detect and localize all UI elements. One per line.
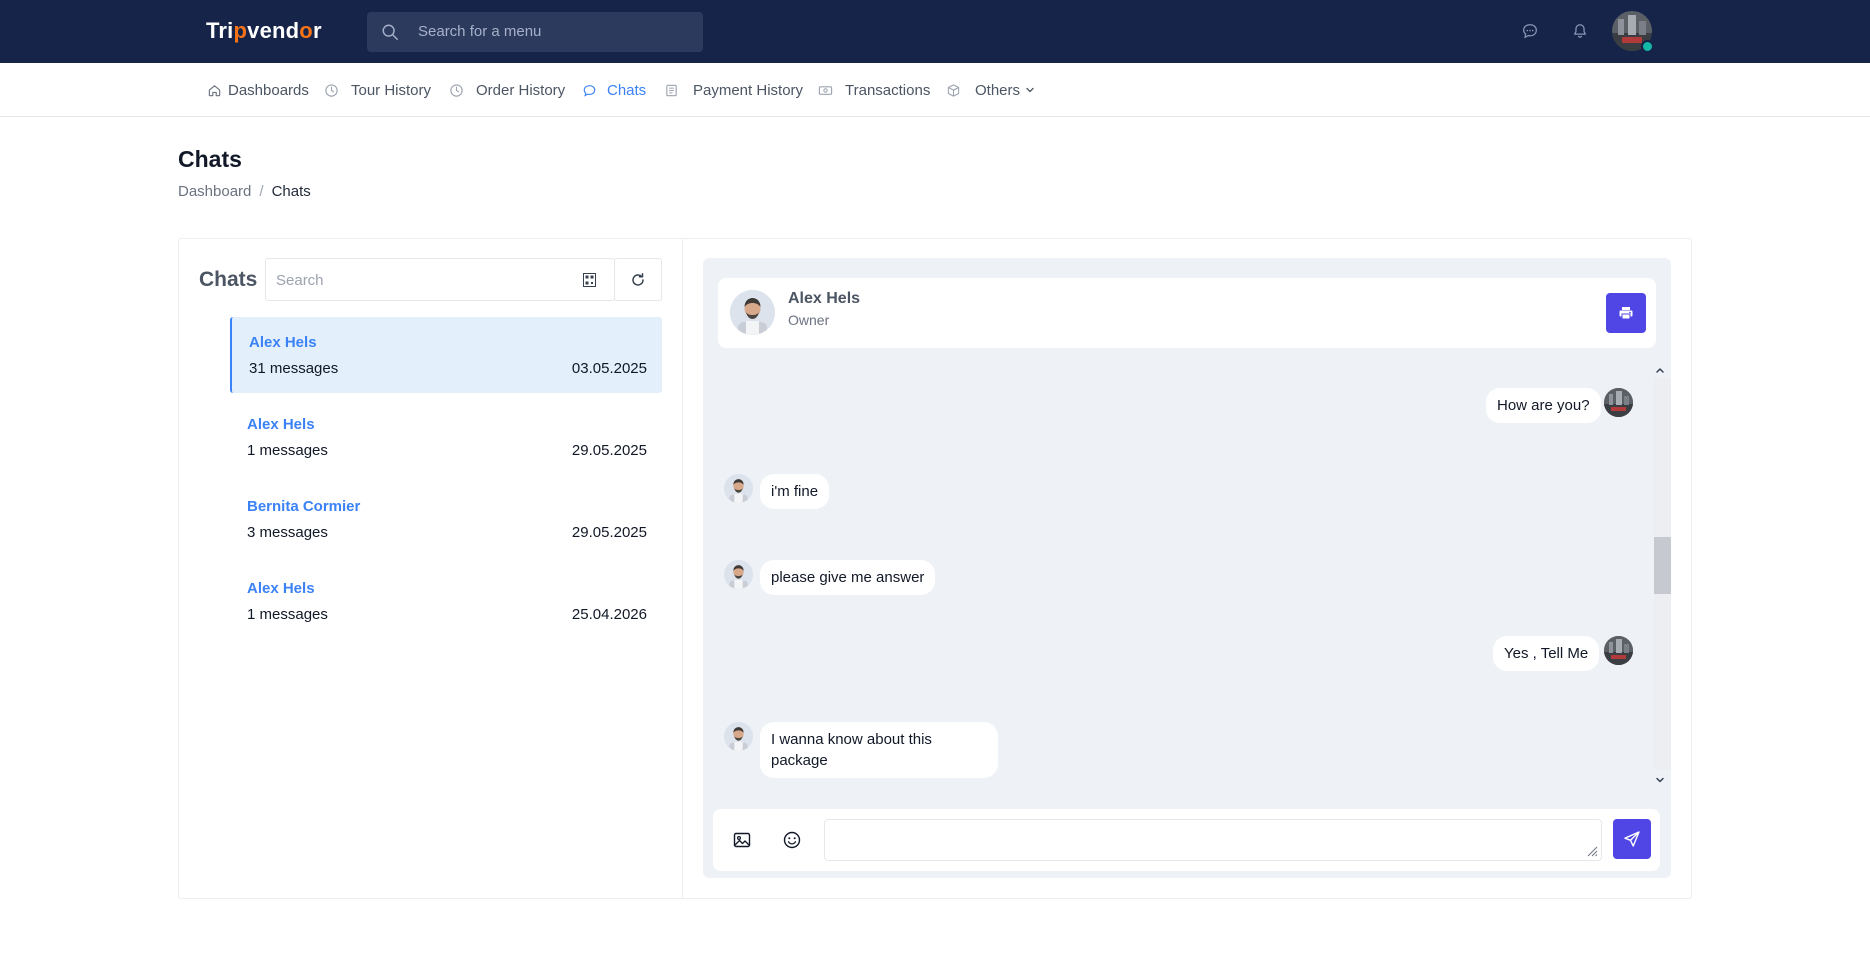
menu-item-others[interactable]: Others — [946, 80, 1035, 100]
app-logo[interactable]: Tripvendor — [206, 18, 322, 44]
refresh-button[interactable] — [614, 258, 662, 301]
online-status-dot — [1641, 40, 1654, 53]
chat-date: 29.05.2025 — [571, 442, 647, 459]
chat-date: 03.05.2025 — [571, 360, 647, 377]
chat-message-count: 3 messages — [247, 524, 328, 541]
chat-contact-name: Alex Hels — [249, 334, 317, 351]
menu-item-payment-history[interactable]: Payment History — [664, 80, 803, 100]
scroll-down-arrow-icon[interactable] — [1654, 774, 1666, 786]
contact-avatar — [730, 290, 775, 335]
chat-icon — [583, 84, 596, 97]
receipt-icon — [666, 84, 677, 96]
message-bubble-sent: How are you? — [1486, 388, 1601, 423]
resize-grip-icon[interactable] — [1586, 845, 1598, 857]
messages-icon[interactable] — [1521, 22, 1539, 40]
search-icon — [382, 24, 398, 40]
breadcrumb: Dashboard / Chats — [178, 183, 311, 200]
send-icon — [1624, 831, 1640, 847]
message-bubble-received: I wanna know about this package — [760, 722, 998, 778]
breadcrumb-current: Chats — [271, 183, 311, 200]
message-bubble-received: please give me answer — [760, 560, 936, 595]
contact-role: Owner — [788, 312, 830, 328]
card-divider — [682, 238, 683, 899]
menu-item-order-history[interactable]: Order History — [449, 80, 565, 100]
user-avatar[interactable] — [1612, 11, 1654, 53]
chat-list-item[interactable]: Bernita Cormier 3 messages 29.05.2025 — [230, 481, 662, 557]
chat-list-item[interactable]: Alex Hels 1 messages 29.05.2025 — [230, 399, 662, 475]
menu-search-placeholder: Search for a menu — [418, 23, 542, 40]
messages-scrollbar-thumb[interactable] — [1654, 537, 1671, 594]
emoji-icon[interactable] — [782, 830, 802, 850]
chat-list-item[interactable]: Alex Hels 31 messages 03.05.2025 — [230, 317, 662, 393]
contact-name: Alex Hels — [788, 290, 861, 307]
chat-date: 29.05.2025 — [571, 524, 647, 541]
chat-contact-name: Alex Hels — [247, 416, 315, 433]
contact-avatar-small — [724, 474, 753, 503]
menu-item-dashboards[interactable]: Dashboards — [207, 80, 309, 100]
send-button[interactable] — [1613, 819, 1651, 859]
my-avatar — [1604, 636, 1633, 665]
refresh-icon — [632, 272, 644, 286]
menu-item-transactions[interactable]: Transactions — [818, 80, 930, 100]
image-upload-icon[interactable] — [732, 830, 752, 850]
message-bubble-sent: Yes , Tell Me — [1493, 636, 1600, 671]
chat-contact-name: Alex Hels — [247, 580, 315, 597]
conversation-header — [718, 278, 1656, 348]
main-menu: Dashboards Tour History Order History Ch… — [0, 63, 1870, 117]
message-bubble-received: i'm fine — [760, 474, 830, 509]
clock-icon — [450, 83, 463, 97]
contact-avatar-small — [724, 722, 753, 751]
clock-icon — [325, 83, 338, 97]
chat-message-count: 31 messages — [249, 360, 339, 377]
chat-search-placeholder: Search — [276, 272, 324, 289]
my-avatar — [1604, 388, 1633, 417]
chevron-down-icon — [1026, 87, 1034, 93]
bell-icon[interactable] — [1571, 22, 1589, 40]
menu-item-chats[interactable]: Chats — [582, 80, 646, 100]
scroll-up-arrow-icon[interactable] — [1654, 364, 1666, 376]
print-button[interactable] — [1606, 293, 1646, 333]
money-icon — [818, 85, 833, 95]
box-icon — [947, 83, 960, 97]
chat-date: 25.04.2026 — [571, 606, 647, 623]
message-input[interactable] — [824, 819, 1602, 861]
qr-icon — [583, 273, 596, 287]
chat-contact-name: Bernita Cormier — [247, 498, 361, 515]
chat-list-title: Chats — [199, 268, 258, 291]
chat-search-input[interactable]: Search — [265, 258, 615, 301]
home-icon — [208, 84, 221, 96]
menu-search-input[interactable]: Search for a menu — [367, 12, 703, 52]
contact-avatar-small — [724, 560, 753, 589]
top-navbar: Tripvendor Search for a menu — [0, 0, 1870, 63]
chat-message-count: 1 messages — [247, 606, 328, 623]
printer-icon — [1619, 307, 1633, 320]
menu-item-tour-history[interactable]: Tour History — [324, 80, 431, 100]
chat-message-count: 1 messages — [247, 442, 328, 459]
page-title: Chats — [178, 146, 242, 172]
breadcrumb-home-link[interactable]: Dashboard — [178, 183, 251, 200]
chat-list-item[interactable]: Alex Hels 1 messages 25.04.2026 — [230, 563, 662, 639]
